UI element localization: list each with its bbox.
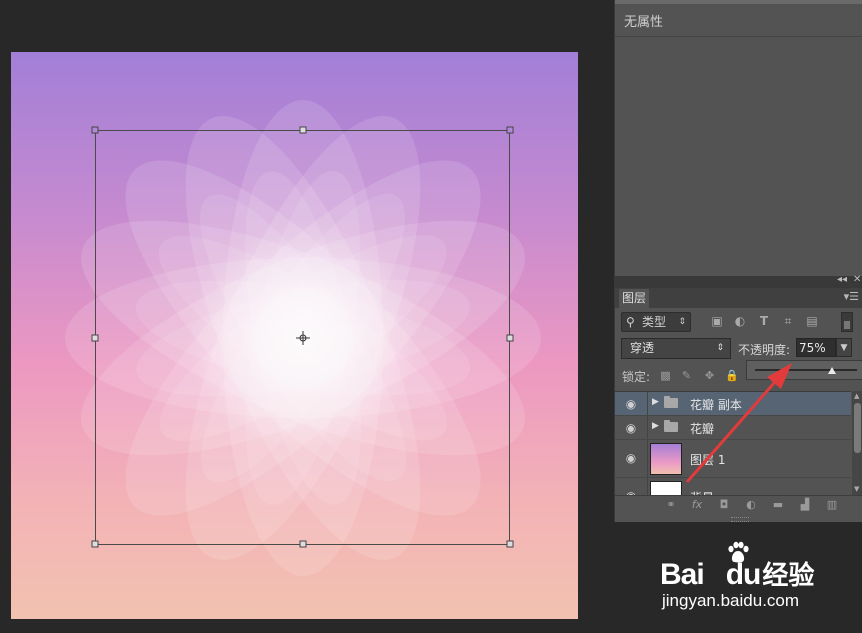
chevron-updown-icon: ⇕ [716, 343, 724, 353]
adjustment-filter-icon[interactable]: ◐ [733, 314, 747, 328]
lock-transparent-icon[interactable]: ▩ [659, 369, 672, 382]
layers-footer-toolbar: ⚭ fx ◘ ◐ ▬ ▟ ▥ [615, 495, 862, 515]
filter-kind-label: 类型 [642, 315, 667, 329]
opacity-slider-popup [746, 360, 862, 380]
opacity-dropdown-button[interactable]: ▼ [836, 338, 852, 357]
lock-paint-icon[interactable]: ✎ [680, 369, 693, 382]
layer-list-scrollbar[interactable]: ▲ ▼ [852, 391, 862, 495]
brand-jingyan: 经验 [762, 561, 815, 591]
layer-thumbnail [650, 481, 682, 496]
handle-top-left[interactable] [91, 126, 99, 134]
layer-name: 花瓣 副本 [690, 398, 742, 412]
panel-menu-icon[interactable]: ▾☰ [844, 290, 859, 303]
fx-icon[interactable]: fx [689, 498, 705, 512]
panel-top-bar [615, 0, 862, 4]
scrollbar-thumb[interactable] [854, 403, 861, 453]
expand-arrow-icon[interactable]: ▶ [652, 421, 659, 431]
link-layers-icon[interactable]: ⚭ [663, 498, 679, 512]
watermark-brand: Bai du经验 [660, 555, 814, 592]
handle-top-center[interactable] [299, 126, 307, 134]
new-group-icon[interactable]: ▬ [770, 498, 786, 512]
watermark-url: jingyan.baidu.com [662, 591, 800, 610]
layer-name: 图层 1 [690, 453, 726, 467]
handle-bottom-center[interactable] [299, 540, 307, 548]
layer-filter-kind-select[interactable]: ⚲ 类型 ⇕ [621, 312, 691, 332]
visibility-eye-icon[interactable]: ◉ [621, 397, 641, 411]
adjustment-layer-icon[interactable]: ◐ [743, 498, 759, 512]
layer-row-background[interactable]: ◉ 背景 [615, 478, 851, 496]
panel-resize-grip[interactable] [731, 517, 749, 522]
lock-label: 锁定: [622, 370, 651, 384]
delete-layer-icon[interactable]: ▥ [824, 498, 840, 512]
scroll-up-icon[interactable]: ▲ [854, 392, 859, 400]
scroll-down-icon[interactable]: ▼ [854, 485, 859, 493]
layer-list: ◉ ▶ 花瓣 副本 ◉ ▶ 花瓣 ◉ 图层 1 ◉ 背景 [615, 391, 851, 496]
layer-name: 花瓣 [690, 422, 715, 436]
brand-du: du [725, 558, 762, 591]
handle-middle-left[interactable] [91, 334, 99, 342]
chevron-updown-icon: ⇕ [678, 317, 686, 327]
expand-arrow-icon[interactable]: ▶ [652, 397, 659, 407]
handle-bottom-right[interactable] [506, 540, 514, 548]
blend-mode-select[interactable]: 穿透 ⇕ [621, 338, 731, 359]
search-icon: ⚲ [626, 315, 635, 329]
opacity-slider-track[interactable] [755, 369, 857, 371]
brand-bai: Bai [660, 558, 705, 591]
handle-bottom-left[interactable] [91, 540, 99, 548]
smart-object-filter-icon[interactable]: ▤ [805, 314, 819, 328]
handle-middle-right[interactable] [506, 334, 514, 342]
opacity-input[interactable]: 75% [796, 338, 836, 357]
image-filter-icon[interactable]: ▣ [710, 314, 724, 328]
properties-panel: 无属性 [614, 0, 862, 276]
folder-icon [664, 420, 678, 432]
opacity-slider-thumb[interactable] [827, 367, 836, 374]
document-canvas[interactable] [11, 52, 578, 619]
shape-filter-icon[interactable]: ⌗ [781, 314, 795, 328]
layers-panel: ◂◂ ✕ 图层 ▾☰ ⚲ 类型 ⇕ ▣ ◐ T ⌗ ▤ 穿透 ⇕ 不透明度: 7… [614, 274, 862, 522]
type-filter-icon[interactable]: T [757, 314, 771, 328]
new-layer-icon[interactable]: ▟ [797, 498, 813, 512]
add-mask-icon[interactable]: ◘ [716, 498, 732, 512]
flower-artwork [65, 100, 541, 576]
filter-toggle-switch[interactable] [841, 312, 853, 332]
lock-position-icon[interactable]: ✥ [703, 369, 716, 382]
collapse-panel-icon[interactable]: ◂◂ [837, 274, 847, 285]
baidu-jingyan-watermark: Bai du经验 jingyan.baidu.com [660, 537, 860, 627]
visibility-eye-icon[interactable]: ◉ [621, 421, 641, 435]
layer-row-layer1[interactable]: ◉ 图层 1 [615, 440, 851, 478]
visibility-eye-icon[interactable]: ◉ [621, 451, 641, 465]
layer-row-group[interactable]: ◉ ▶ 花瓣 [615, 416, 851, 440]
folder-icon [664, 396, 678, 408]
panel-tab-row: 图层 ▾☰ [615, 288, 862, 308]
properties-empty-label: 无属性 [624, 15, 664, 30]
layer-thumbnail [650, 443, 682, 475]
divider [615, 36, 862, 37]
blend-mode-value: 穿透 [630, 341, 655, 355]
opacity-label: 不透明度: [738, 343, 791, 357]
lock-all-icon[interactable]: 🔒 [725, 369, 739, 382]
close-panel-icon[interactable]: ✕ [853, 274, 861, 285]
layer-row-group-copy[interactable]: ◉ ▶ 花瓣 副本 [615, 392, 851, 416]
panel-header-bar[interactable]: ◂◂ ✕ [615, 274, 862, 288]
tab-layers[interactable]: 图层 [619, 289, 649, 308]
handle-top-right[interactable] [506, 126, 514, 134]
